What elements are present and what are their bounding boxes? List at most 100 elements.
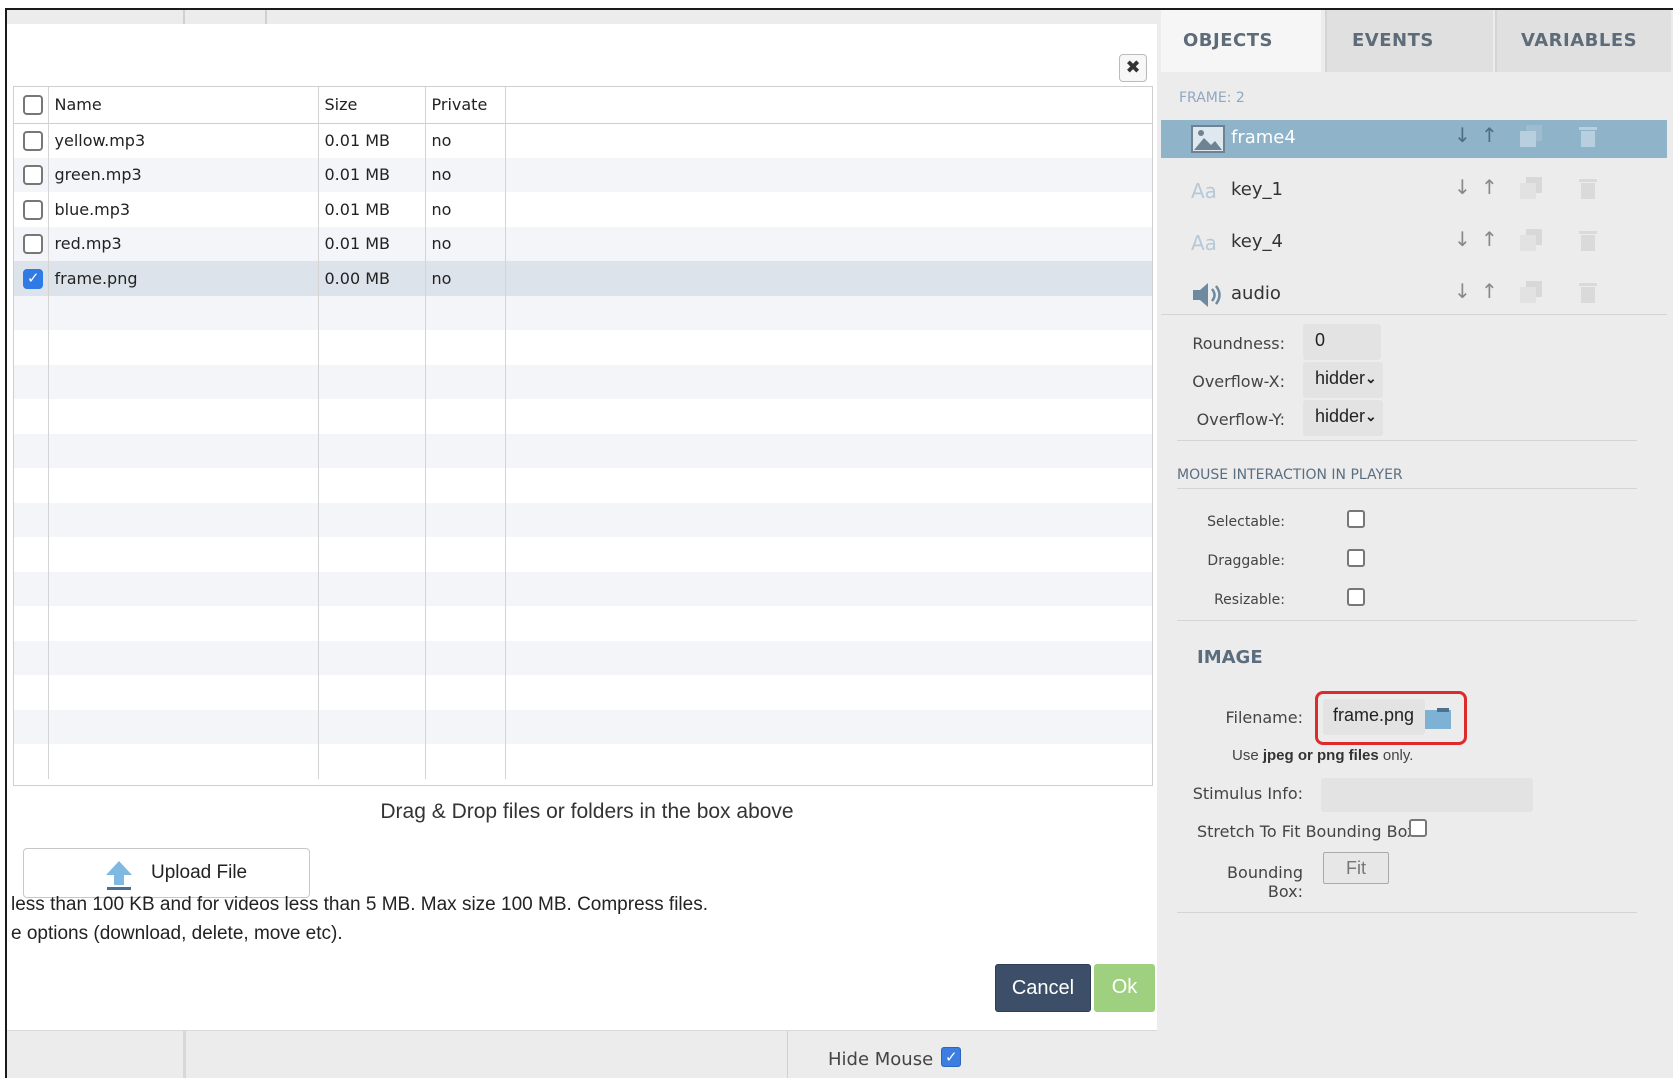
properties-panel: OBJECTS EVENTS VARIABLES FRAME: 2 frame4… bbox=[1157, 10, 1673, 1078]
object-row-frame4[interactable]: frame4 ↓ ↑ bbox=[1161, 120, 1667, 158]
cell-private bbox=[425, 330, 506, 365]
cell-empty bbox=[505, 399, 1152, 434]
cell-private bbox=[425, 709, 506, 744]
cell-empty bbox=[505, 606, 1152, 641]
cell-empty bbox=[505, 502, 1152, 537]
upload-file-label: Upload File bbox=[151, 862, 248, 883]
move-up-icon[interactable]: ↑ bbox=[1481, 227, 1498, 251]
tab-variables[interactable]: VARIABLES bbox=[1495, 10, 1671, 72]
tab-objects[interactable]: OBJECTS bbox=[1161, 10, 1321, 72]
divider bbox=[1177, 488, 1637, 489]
cell-size bbox=[318, 606, 426, 641]
cell-empty bbox=[505, 261, 1152, 296]
cell-name bbox=[48, 364, 319, 399]
cell-size bbox=[318, 709, 426, 744]
row-checkbox-cell bbox=[14, 399, 49, 434]
overflow-y-select[interactable]: hidder ⌄ bbox=[1303, 400, 1383, 436]
object-row-key4[interactable]: Aa key_4 ↓ ↑ bbox=[1161, 224, 1667, 262]
stretch-to-fit-checkbox[interactable] bbox=[1409, 819, 1427, 837]
move-down-icon[interactable]: ↓ bbox=[1454, 279, 1471, 303]
column-header-name[interactable]: Name bbox=[48, 87, 319, 124]
row-checkbox[interactable] bbox=[23, 130, 43, 151]
cell-empty bbox=[505, 226, 1152, 261]
duplicate-icon[interactable] bbox=[1518, 228, 1544, 252]
trash-icon[interactable] bbox=[1579, 280, 1597, 304]
move-up-icon[interactable]: ↑ bbox=[1481, 123, 1498, 147]
trash-icon[interactable] bbox=[1579, 228, 1597, 252]
cell-size bbox=[318, 399, 426, 434]
fit-button[interactable]: Fit bbox=[1323, 852, 1389, 884]
table-row[interactable]: blue.mp3 0.01 MB no bbox=[14, 192, 1152, 227]
row-checkbox-cell bbox=[14, 468, 49, 503]
cell-size bbox=[318, 364, 426, 399]
cell-size bbox=[318, 502, 426, 537]
cell-empty bbox=[505, 675, 1152, 710]
row-checkbox[interactable] bbox=[23, 234, 43, 254]
row-checkbox-cell bbox=[14, 123, 49, 158]
hide-mouse-label: Hide Mouse bbox=[828, 1049, 934, 1070]
stretch-to-fit-label: Stretch To Fit Bounding Box: bbox=[1197, 822, 1422, 841]
row-checkbox[interactable] bbox=[23, 199, 43, 220]
move-down-icon[interactable]: ↓ bbox=[1454, 123, 1471, 147]
cancel-button[interactable]: Cancel bbox=[995, 964, 1091, 1012]
file-options-note: e options (download, delete, move etc). bbox=[11, 923, 343, 944]
overflow-x-select[interactable]: hidder ⌄ bbox=[1303, 362, 1383, 398]
row-checkbox-cell bbox=[14, 192, 49, 227]
trash-icon[interactable] bbox=[1579, 124, 1597, 148]
object-row-audio[interactable]: audio ↓ ↑ bbox=[1161, 276, 1667, 314]
table-row[interactable]: red.mp3 0.01 MB no bbox=[14, 226, 1152, 261]
text-icon: Aa bbox=[1191, 231, 1217, 255]
move-down-icon[interactable]: ↓ bbox=[1454, 227, 1471, 251]
column-header-private[interactable]: Private bbox=[425, 87, 506, 124]
cell-name bbox=[48, 571, 319, 606]
folder-icon[interactable] bbox=[1425, 707, 1451, 729]
ok-button[interactable]: Ok bbox=[1094, 964, 1155, 1012]
hide-mouse-checkbox[interactable] bbox=[941, 1047, 961, 1067]
close-button[interactable]: ✖ bbox=[1119, 54, 1147, 82]
object-name: key_1 bbox=[1231, 179, 1283, 200]
bounding-box-label: Bounding Box: bbox=[1227, 863, 1303, 901]
move-down-icon[interactable]: ↓ bbox=[1454, 175, 1471, 199]
row-checkbox[interactable] bbox=[23, 268, 43, 289]
trash-icon[interactable] bbox=[1579, 176, 1597, 200]
resizable-checkbox[interactable] bbox=[1347, 588, 1365, 606]
stimulus-info-input[interactable] bbox=[1321, 778, 1533, 812]
row-checkbox[interactable] bbox=[23, 165, 43, 185]
table-row[interactable]: yellow.mp3 0.01 MB no bbox=[14, 123, 1152, 158]
background-footer: Hide Mouse bbox=[7, 1030, 1157, 1078]
selectable-checkbox[interactable] bbox=[1347, 510, 1365, 528]
object-row-key1[interactable]: Aa key_1 ↓ ↑ bbox=[1161, 172, 1667, 210]
duplicate-icon[interactable] bbox=[1518, 280, 1544, 304]
roundness-input[interactable]: 0 bbox=[1303, 324, 1381, 360]
cell-empty bbox=[505, 364, 1152, 399]
cell-size bbox=[318, 295, 426, 330]
move-up-icon[interactable]: ↑ bbox=[1481, 175, 1498, 199]
cell-empty bbox=[505, 295, 1152, 330]
cell-name: red.mp3 bbox=[48, 226, 319, 261]
column-header-size[interactable]: Size bbox=[318, 87, 426, 124]
table-row[interactable]: green.mp3 0.01 MB no bbox=[14, 157, 1152, 192]
mouse-interaction-title: MOUSE INTERACTION IN PLAYER bbox=[1177, 467, 1403, 483]
cell-name bbox=[48, 330, 319, 365]
table-row[interactable]: frame.png0.00 MBno bbox=[14, 261, 1152, 296]
draggable-checkbox[interactable] bbox=[1347, 549, 1365, 567]
filename-hint: Use jpeg or png files only. bbox=[1232, 747, 1414, 764]
filename-input[interactable]: frame.png bbox=[1323, 699, 1425, 735]
tab-events[interactable]: EVENTS bbox=[1325, 10, 1493, 72]
select-all-checkbox[interactable] bbox=[23, 95, 43, 115]
speaker-icon bbox=[1193, 283, 1221, 307]
cell-empty bbox=[505, 433, 1152, 468]
upload-file-button[interactable]: Upload File bbox=[23, 848, 310, 898]
row-checkbox-cell bbox=[14, 364, 49, 399]
cell-name bbox=[48, 606, 319, 641]
move-up-icon[interactable]: ↑ bbox=[1481, 279, 1498, 303]
filename-label: Filename: bbox=[1225, 708, 1303, 727]
object-name: frame4 bbox=[1231, 127, 1296, 148]
cell-private bbox=[425, 364, 506, 399]
empty-table-row bbox=[14, 295, 1152, 330]
duplicate-icon[interactable] bbox=[1518, 124, 1544, 148]
row-checkbox-cell bbox=[14, 640, 49, 675]
divider bbox=[1177, 440, 1637, 441]
duplicate-icon[interactable] bbox=[1518, 176, 1544, 200]
upload-arrow-icon bbox=[106, 861, 132, 890]
